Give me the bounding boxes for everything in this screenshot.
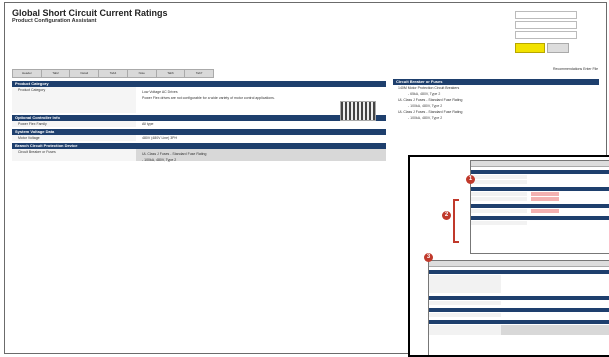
row-value: UL Class J Fuses - Standard Fuse Rating … [136, 149, 386, 162]
callout-overlay: 1 2 3 [408, 155, 609, 357]
mini-section [471, 204, 609, 208]
row-label: Product Category [12, 87, 136, 113]
power-flex-row[interactable]: Power Flex Family All type [12, 121, 386, 127]
page-subtitle: Product Configuration Assistant [12, 18, 97, 24]
callout-bracket [453, 199, 459, 243]
mini-row [471, 209, 609, 213]
tab-6[interactable]: Tab6 [157, 70, 186, 77]
product-image [340, 101, 376, 121]
recommendations-link[interactable]: Recommendations Enter File [553, 67, 598, 71]
tab-bar: Header Tab2 Detail Tab4 Note Tab6 Tab7 [12, 69, 214, 78]
page-title: Global Short Circuit Current Ratings [12, 8, 168, 18]
mini-section [429, 308, 609, 312]
mini-row [429, 275, 609, 293]
product-category-row: Product Category Low Voltage AC Drives P… [12, 87, 386, 121]
mini-section [429, 296, 609, 300]
row-label: Circuit Breaker or Fuses [12, 149, 136, 161]
password-field[interactable] [515, 21, 577, 29]
selection-panel: Circuit Breaker or Fuses 140M Motor Prot… [393, 79, 599, 121]
tab-5[interactable]: Note [128, 70, 157, 77]
mini-tabbar [429, 261, 609, 267]
mini-row [429, 313, 609, 317]
configuration-panel: Product Category Product Category Low Vo… [12, 79, 386, 162]
login-panel [515, 11, 577, 53]
callout-badge: 3 [424, 253, 433, 262]
tab-3[interactable]: Detail [70, 70, 100, 77]
list-item-sub: - 100kA, 480V, Type 2 [408, 116, 443, 120]
mini-row [429, 325, 609, 335]
mini-row [429, 301, 609, 305]
row-label: Motor Voltage [12, 135, 136, 141]
mini-row [471, 197, 609, 201]
mini-section [471, 187, 609, 191]
tab-7[interactable]: Tab7 [185, 70, 213, 77]
callout-screenshot-bottom [428, 260, 609, 355]
protection-device-row[interactable]: Circuit Breaker or Fuses UL Class J Fuse… [12, 149, 386, 162]
callout-screenshot-top [470, 160, 609, 254]
mini-section [471, 170, 609, 174]
logout-button[interactable] [547, 43, 569, 53]
callout-badge: 1 [466, 175, 475, 184]
row-label: Power Flex Family [12, 121, 136, 127]
protection-subvalue: - 100kA, 480V, Type 2 [142, 158, 177, 162]
tab-1[interactable]: Header [13, 70, 42, 77]
row-value: 480V (480V Line) 3PH [142, 136, 178, 140]
mini-section [429, 320, 609, 324]
mini-section [429, 270, 609, 274]
callout-badge: 2 [442, 211, 451, 220]
motor-voltage-row[interactable]: Motor Voltage 480V (480V Line) 3PH [12, 135, 386, 141]
mini-row [471, 192, 609, 196]
row-value: All type [142, 122, 154, 126]
tab-2[interactable]: Tab2 [42, 70, 71, 77]
extra-field[interactable] [515, 31, 577, 39]
mini-tabbar [471, 161, 609, 167]
login-button[interactable] [515, 43, 545, 53]
username-field[interactable] [515, 11, 577, 19]
mini-row [471, 221, 609, 225]
mini-section [471, 216, 609, 220]
selection-list: 140M Motor Protection Circuit Breakers -… [393, 85, 599, 121]
mini-row [471, 175, 609, 179]
mini-row [471, 180, 609, 184]
tab-4[interactable]: Tab4 [99, 70, 128, 77]
